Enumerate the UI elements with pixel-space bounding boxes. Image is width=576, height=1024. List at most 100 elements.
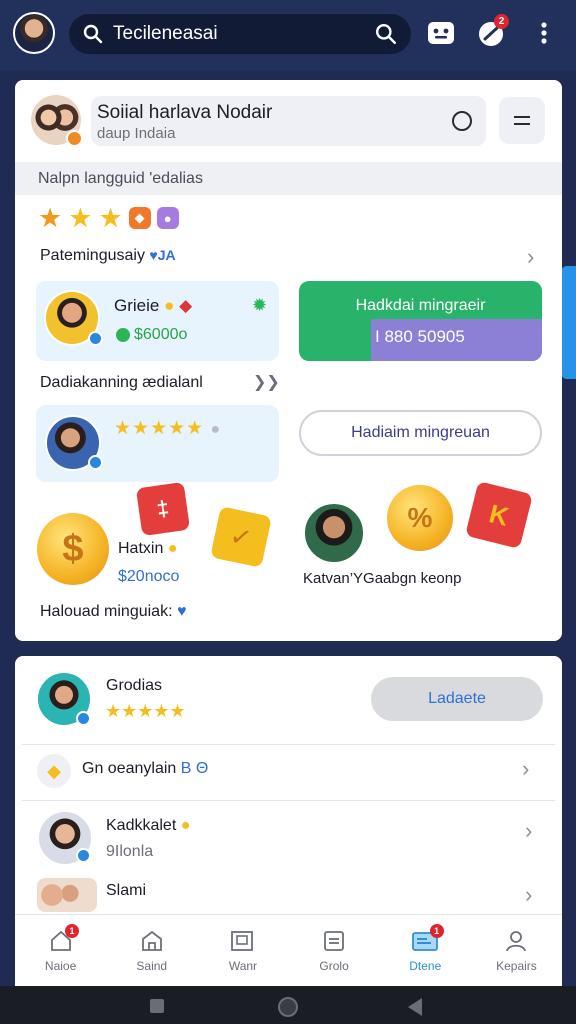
profile-header: Soiial harlava Nodair daup Indaia	[15, 80, 562, 162]
star-icon: ★	[98, 203, 123, 233]
coin-icon: ●	[167, 540, 178, 557]
row-action-button[interactable]: Ladaete	[371, 677, 543, 721]
verified-icon	[88, 455, 103, 470]
language-bar[interactable]: Nalpn langguid 'edalias	[15, 162, 562, 195]
promo-amount: $20noco	[118, 568, 180, 585]
k-tag-icon: K	[465, 481, 533, 549]
search-icon	[83, 24, 103, 44]
profile-avatar[interactable]	[31, 95, 83, 147]
heart-icon: ♥	[176, 603, 187, 620]
percent-coin-icon: %	[387, 485, 453, 551]
row-text-main: Gn oeanylain	[82, 760, 177, 777]
search-icon[interactable]	[375, 23, 397, 45]
row-text: Gn oeanylain B Θ	[82, 760, 208, 778]
user-card-rating[interactable]: ★★★★★ ●	[36, 405, 279, 482]
verified-icon	[88, 331, 103, 346]
summary-line: Halouad minguiak: ♥	[40, 603, 186, 621]
home-button[interactable]	[278, 997, 298, 1017]
tab-label: Grolo	[319, 959, 349, 973]
tab-dtene[interactable]: 1 Dtene	[380, 915, 471, 986]
recents-button[interactable]	[150, 999, 164, 1013]
notification-badge: 2	[494, 14, 509, 29]
check-tile-icon: ✓	[210, 506, 272, 568]
row-suffix: B Θ	[180, 760, 209, 777]
menu-button[interactable]	[499, 97, 545, 144]
user-amount: $6000o	[116, 326, 187, 344]
row-name: Kadkkalet ●	[106, 817, 190, 835]
list-row-slami[interactable]: Slami ›	[15, 872, 562, 917]
bottom-tab-bar: 1 Naioe Saind Wanr Grolo 1 Dtene Kepairs	[15, 914, 562, 986]
row-name-text: Kadkkalet	[106, 817, 177, 834]
tab-kepairs[interactable]: Kepairs	[471, 915, 562, 986]
tab-wanr[interactable]: Wanr	[197, 915, 288, 986]
ticket-icon: ‡	[135, 481, 191, 537]
user-avatar[interactable]	[13, 12, 55, 54]
promo-right-caption: Katvan’YGaabgn keonp	[303, 570, 462, 587]
side-scroll-handle[interactable]	[561, 266, 576, 379]
tab-saind[interactable]: Saind	[106, 915, 197, 986]
top-app-bar: Tecileneasai 2	[0, 0, 576, 70]
tab-badge: 1	[65, 924, 79, 938]
star-icon: ★	[68, 203, 93, 233]
tab-grolo[interactable]: Grolo	[289, 915, 380, 986]
list-row-grodias[interactable]: Grodias ★★★★★ Ladaete	[15, 656, 562, 744]
tab-label: Wanr	[228, 959, 258, 973]
dollar-coin-icon: $	[37, 513, 109, 585]
check-badge-icon: ●	[164, 296, 175, 315]
language-text: Nalpn langguid 'edalias	[38, 170, 203, 187]
star-icon: ★	[38, 203, 63, 233]
double-chevron-icon[interactable]: ❯❯	[253, 372, 280, 392]
tag-icon: ◆	[37, 754, 71, 788]
back-button[interactable]	[408, 998, 422, 1016]
list-row-kadkkalet[interactable]: Kadkkalet ● 9Ilonla ›	[15, 801, 562, 871]
verified-icon	[76, 711, 91, 726]
circle-icon[interactable]	[452, 111, 472, 131]
heart-icon: ●	[180, 817, 191, 834]
chevron-right-icon: ›	[525, 818, 533, 843]
info-icon: ●	[210, 421, 222, 438]
reward-button-label: Hadkdai mingraeir	[355, 297, 486, 314]
more-options-icon[interactable]	[529, 18, 559, 48]
row-name: Grodias	[106, 677, 163, 694]
patterning-tag: ♥JA	[149, 247, 176, 263]
profile-icon	[506, 931, 527, 952]
user-name-text: Grieie	[114, 296, 160, 315]
row-name: Slami	[106, 882, 147, 899]
gallery-icon	[231, 931, 253, 951]
profile-title: Soiial harlava Nodair	[97, 102, 273, 123]
notifications-icon[interactable]: 2	[476, 14, 509, 48]
badge-chip-icon: ◆	[128, 207, 151, 229]
search-bar[interactable]: Tecileneasai	[69, 14, 411, 54]
rating-stars: ★★★★★ ●	[114, 418, 222, 439]
verified-icon	[76, 848, 91, 863]
tab-label: Dtene	[409, 959, 442, 973]
chat-bot-icon[interactable]	[426, 18, 456, 48]
promo-name: Hatxin ●	[118, 540, 177, 558]
rating-stars: ★ ★ ★ ◆ ●	[38, 204, 179, 232]
tab-home[interactable]: 1 Naioe	[15, 915, 106, 986]
profile-subtitle: daup Indaia	[97, 125, 176, 142]
section-label: Dadiakanning ædialanl	[40, 374, 203, 391]
list-row-oeanylain[interactable]: ◆ Gn oeanylain B Θ ›	[15, 744, 562, 800]
hadiaim-button[interactable]: Hadiaim mingreuan	[299, 410, 542, 456]
summary-text: Halouad minguiak:	[40, 603, 173, 620]
search-text: Tecileneasai	[113, 23, 218, 44]
patterning-text: Patemingusaiy	[40, 247, 145, 264]
user-name: Grieie ● ◆	[114, 296, 192, 316]
patterning-row[interactable]: Patemingusaiy ♥JA ›	[40, 244, 545, 269]
menu-line	[514, 116, 530, 118]
gift-icon: ◆	[179, 296, 193, 315]
patterning-label: Patemingusaiy ♥JA	[40, 247, 176, 265]
promo-avatar[interactable]	[303, 502, 365, 564]
dice-icon: ●	[156, 207, 179, 229]
reward-button[interactable]: Hadkdai mingraeir I 880 50905	[299, 281, 542, 361]
gear-icon: ✹	[252, 295, 268, 315]
profile-info-box[interactable]: Soiial harlava Nodair daup Indaia	[91, 96, 486, 146]
reward-button-value: I 880 50905	[375, 327, 465, 346]
status-dot	[66, 130, 83, 147]
group-avatar	[37, 878, 97, 912]
tab-label: Kepairs	[496, 959, 537, 973]
user-card-grieie[interactable]: Grieie ● ◆ ✹ $6000o	[36, 281, 279, 361]
row-sub: 9Ilonla	[106, 843, 154, 860]
chevron-right-icon: ›	[522, 756, 530, 781]
